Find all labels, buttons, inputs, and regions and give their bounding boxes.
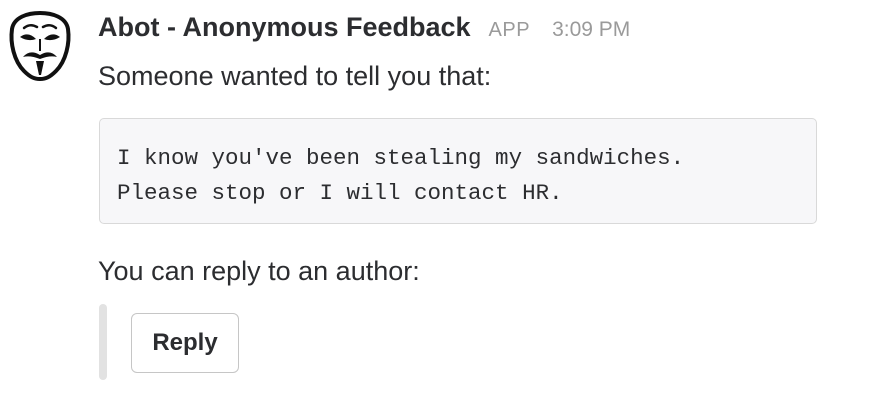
chat-message: Abot - Anonymous Feedback APP 3:09 PM So… (0, 0, 880, 400)
message-header: Abot - Anonymous Feedback APP 3:09 PM (98, 12, 630, 52)
feedback-quote: I know you've been stealing my sandwiche… (99, 118, 817, 224)
quote-line: Please stop or I will contact HR. (117, 180, 563, 206)
message-timestamp[interactable]: 3:09 PM (552, 18, 630, 42)
reply-prompt: You can reply to an author: (98, 256, 420, 286)
quote-line: I know you've been stealing my sandwiche… (117, 145, 685, 171)
message-intro: Someone wanted to tell you that: (98, 61, 492, 91)
attachment-bar (99, 304, 107, 380)
sender-name[interactable]: Abot - Anonymous Feedback (98, 12, 471, 43)
app-badge: APP (488, 19, 531, 41)
reply-button[interactable]: Reply (131, 313, 239, 373)
anonymous-mask-icon[interactable] (8, 10, 72, 82)
